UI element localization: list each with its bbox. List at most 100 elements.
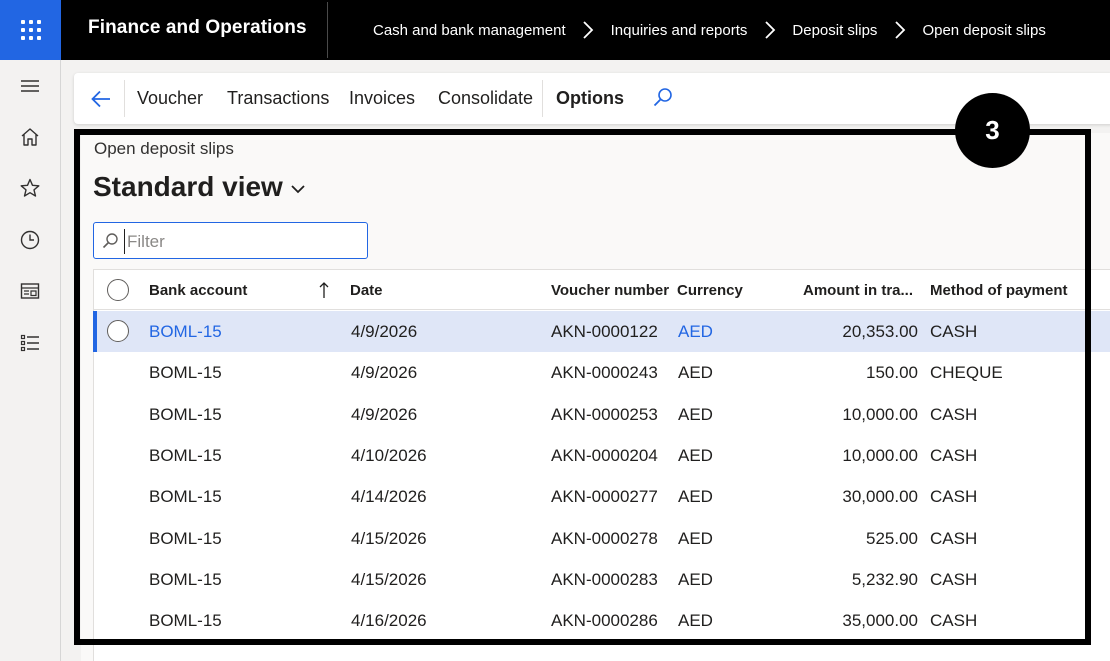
breadcrumb-item-cash-and-bank-management[interactable]: Cash and bank management	[373, 22, 566, 39]
clock-icon	[20, 230, 40, 250]
cell-currency[interactable]: AED	[678, 446, 713, 466]
nav-modules-button[interactable]	[0, 323, 60, 363]
cell-method-of-payment: CASH	[930, 611, 978, 631]
chevron-right-icon	[566, 20, 611, 40]
cell-method-of-payment: CASH	[930, 487, 978, 507]
cell-bank-account[interactable]: BOML-15	[149, 570, 222, 590]
select-all-checkbox[interactable]	[107, 279, 129, 301]
filter-input[interactable]	[124, 229, 359, 254]
list-icon	[20, 334, 39, 352]
sort-ascending-icon	[319, 282, 329, 298]
hamburger-menu-button[interactable]	[0, 66, 60, 106]
breadcrumb-item-deposit-slips[interactable]: Deposit slips	[792, 22, 877, 39]
filter-box	[93, 222, 368, 259]
cell-method-of-payment: CASH	[930, 322, 978, 341]
cell-voucher-number: AKN-0000286	[551, 611, 658, 631]
cell-amount: 35,000.00	[842, 611, 918, 631]
cell-method-of-payment: CASH	[930, 528, 978, 548]
app-launcher-button[interactable]	[0, 0, 61, 60]
cell-bank-account[interactable]: BOML-15	[149, 363, 222, 383]
back-button[interactable]	[88, 86, 114, 112]
app-title[interactable]: Finance and Operations	[88, 17, 307, 39]
column-header-method-of-payment[interactable]: Method of payment	[930, 282, 1068, 299]
view-selector[interactable]: Standard view	[93, 171, 283, 203]
action-transactions-button[interactable]: Transactions	[227, 88, 329, 109]
table-row[interactable]: BOML-15 4/14/2026 AKN-0000277 AED 30,000.00 C…	[94, 476, 1110, 517]
action-consolidate-button[interactable]: Consolidate	[438, 88, 533, 109]
nav-workspaces-button[interactable]	[0, 271, 60, 311]
cell-amount: 525.00	[866, 528, 918, 548]
cell-currency[interactable]: AED	[678, 363, 713, 383]
breadcrumb: Cash and bank management Inquiries and r…	[373, 0, 1046, 60]
cell-currency[interactable]: AED	[678, 570, 713, 590]
cell-currency[interactable]: AED	[678, 611, 713, 631]
cell-date: 4/14/2026	[351, 487, 427, 507]
cell-currency[interactable]: AED	[678, 322, 713, 342]
cell-date: 4/9/2026	[351, 322, 418, 341]
cell-date: 4/15/2026	[351, 569, 427, 589]
column-header-currency[interactable]: Currency	[677, 282, 743, 299]
action-pane-divider	[124, 80, 125, 117]
action-voucher-button[interactable]: Voucher	[137, 88, 203, 109]
search-icon	[653, 88, 672, 107]
deposit-slips-grid: Bank account Date Voucher number Currenc…	[93, 269, 1110, 661]
cell-bank-account[interactable]: BOML-15	[149, 487, 222, 507]
table-row[interactable]: BOML-15 4/15/2026 AKN-0000278 AED 525.00 CASH	[94, 518, 1110, 559]
cell-date: 4/9/2026	[351, 363, 418, 383]
cell-bank-account[interactable]: BOML-15	[149, 405, 222, 425]
page-caption: Open deposit slips	[94, 139, 234, 158]
action-invoices-button[interactable]: Invoices	[349, 88, 415, 109]
cell-amount: 150.00	[866, 363, 918, 383]
nav-home-button[interactable]	[0, 117, 60, 157]
table-row[interactable]: BOML-15 4/9/2026 AKN-0000253 AED 10,000.00 CA…	[94, 394, 1110, 435]
column-header-amount[interactable]: Amount in tra...	[803, 282, 913, 299]
grid-header: Bank account Date Voucher number Currenc…	[94, 270, 1110, 310]
breadcrumb-item-open-deposit-slips[interactable]: Open deposit slips	[922, 22, 1045, 39]
cell-amount: 20,353.00	[842, 322, 918, 341]
search-icon	[102, 233, 118, 249]
column-header-voucher-number[interactable]: Voucher number	[551, 282, 669, 299]
waffle-icon	[20, 20, 41, 40]
nav-favorites-button[interactable]	[0, 168, 60, 208]
cell-bank-account[interactable]: BOML-15	[149, 322, 222, 342]
cell-voucher-number: AKN-0000243	[551, 363, 658, 383]
chevron-down-icon[interactable]	[290, 182, 306, 196]
cell-bank-account[interactable]: BOML-15	[149, 446, 222, 466]
cell-currency[interactable]: AED	[678, 529, 713, 549]
cell-voucher-number: AKN-0000277	[551, 487, 658, 507]
cell-date: 4/10/2026	[351, 445, 427, 465]
table-row[interactable]: BOML-15 4/9/2026 AKN-0000122 AED 20,353.00 CA…	[93, 311, 1110, 352]
cell-method-of-payment: CASH	[930, 445, 978, 465]
cell-bank-account[interactable]: BOML-15	[149, 529, 222, 549]
cell-date: 4/9/2026	[351, 404, 418, 424]
table-row[interactable]: BOML-15 4/10/2026 AKN-0000204 AED 10,000.00 C…	[94, 435, 1110, 476]
left-nav	[0, 60, 61, 661]
cell-bank-account[interactable]: BOML-15	[149, 611, 222, 631]
action-pane: Voucher Transactions Invoices Consolidat…	[74, 73, 1110, 124]
cell-voucher-number: AKN-0000253	[551, 404, 658, 424]
top-bar: Finance and Operations Cash and bank man…	[0, 0, 1110, 60]
star-icon	[20, 178, 40, 197]
table-row[interactable]: BOML-15 4/16/2026 AKN-0000286 AED 35,000.00 C…	[94, 600, 1110, 641]
cell-currency[interactable]: AED	[678, 487, 713, 507]
cell-voucher-number: AKN-0000204	[551, 445, 658, 465]
cell-amount: 30,000.00	[842, 487, 918, 507]
breadcrumb-item-inquiries-and-reports[interactable]: Inquiries and reports	[611, 22, 748, 39]
cell-method-of-payment: CASH	[930, 404, 978, 424]
action-options-tab[interactable]: Options	[556, 88, 624, 109]
cell-amount: 5,232.90	[851, 569, 918, 589]
nav-recent-button[interactable]	[0, 220, 60, 260]
action-pane-divider	[542, 80, 543, 117]
workspace-icon	[20, 283, 40, 299]
cell-voucher-number: AKN-0000122	[551, 322, 658, 341]
table-row[interactable]: BOML-15 4/9/2026 AKN-0000243 AED 150.00 CHEQU…	[94, 352, 1110, 393]
row-select-checkbox[interactable]	[107, 320, 129, 342]
table-row[interactable]: BOML-15 4/15/2026 AKN-0000283 AED 5,232.90 CA…	[94, 559, 1110, 600]
action-search-button[interactable]	[651, 86, 675, 110]
cell-currency[interactable]: AED	[678, 405, 713, 425]
column-header-bank-account[interactable]: Bank account	[149, 282, 247, 299]
column-header-date[interactable]: Date	[350, 282, 383, 299]
hamburger-icon	[21, 80, 39, 92]
cell-voucher-number: AKN-0000278	[551, 528, 658, 548]
cell-amount: 10,000.00	[842, 404, 918, 424]
